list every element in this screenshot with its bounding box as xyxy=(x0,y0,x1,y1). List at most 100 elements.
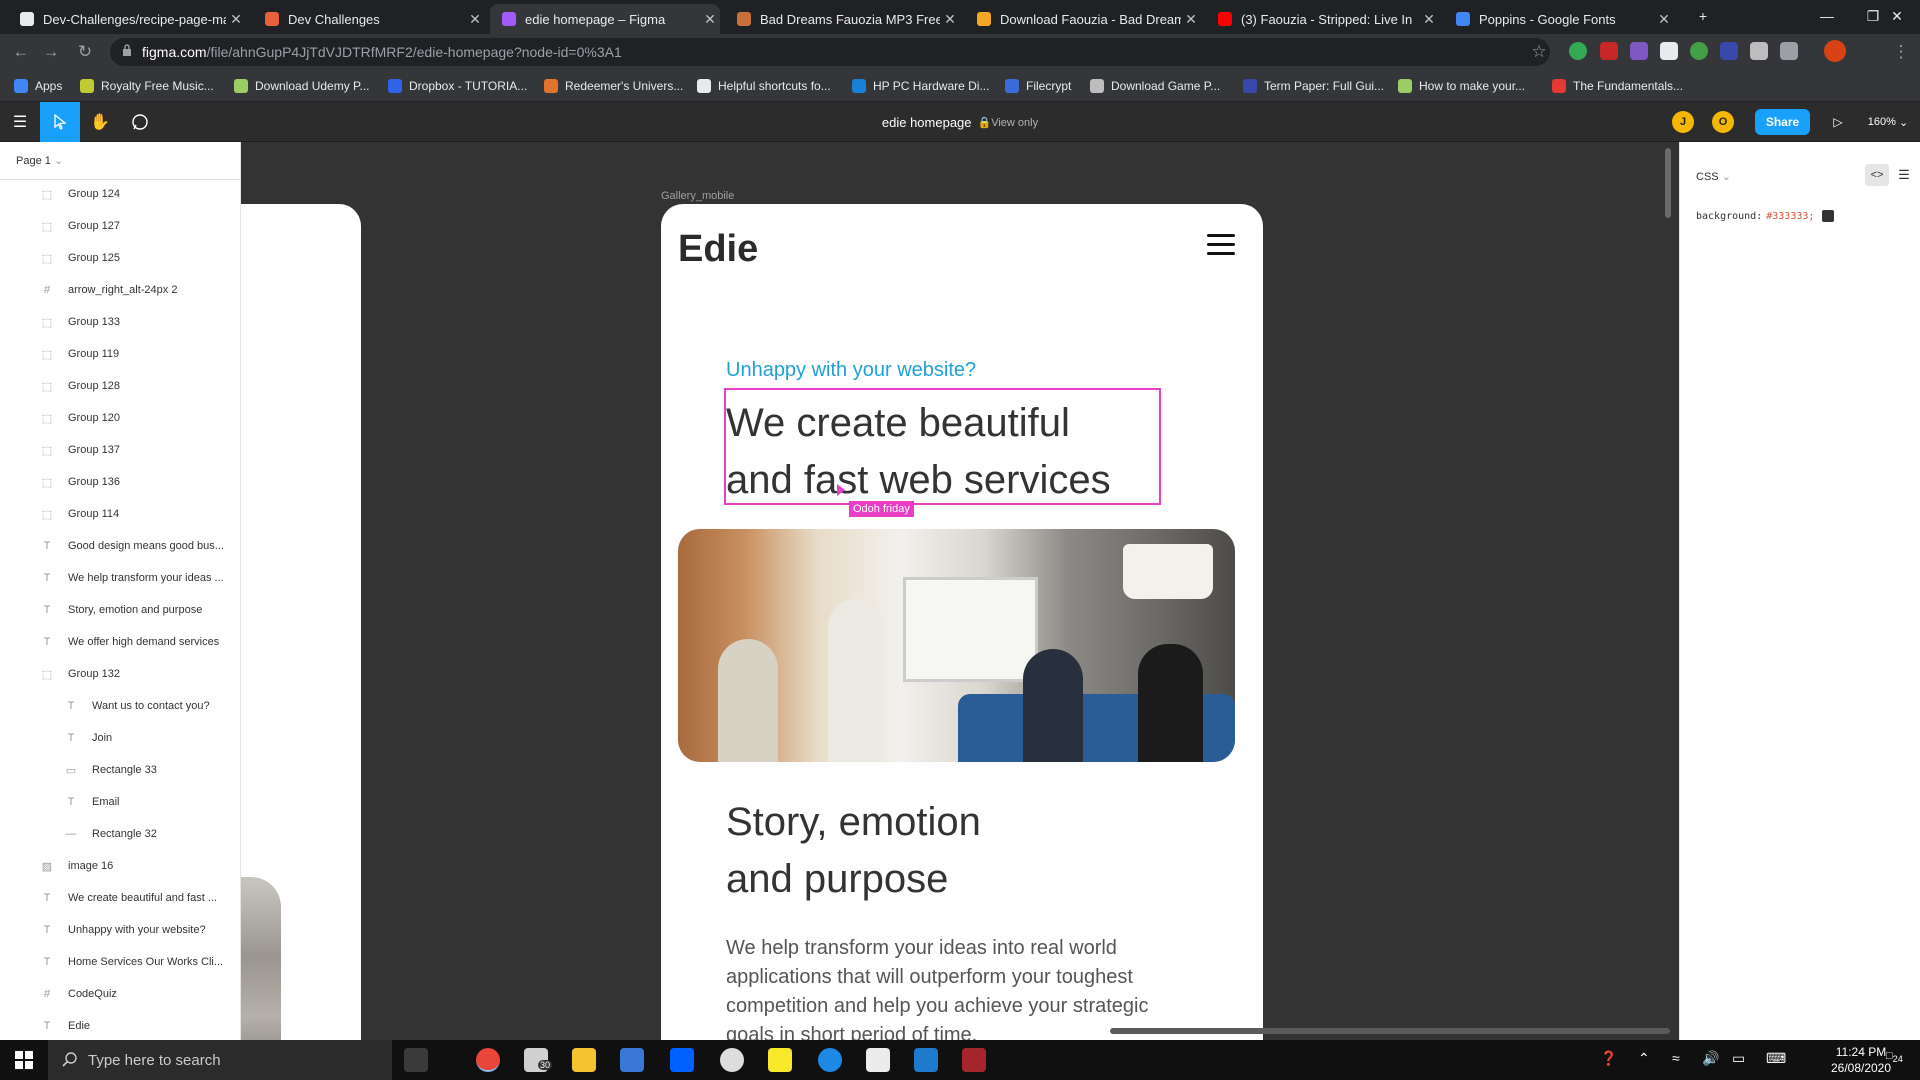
present-icon[interactable]: ▷ xyxy=(1818,102,1858,142)
taskbar-search-input[interactable]: Type here to search xyxy=(48,1040,392,1080)
reload-button[interactable]: ↻ xyxy=(72,39,98,65)
keyboard-icon[interactable]: ⌨ xyxy=(1766,1050,1786,1067)
bookmark-item[interactable]: How to make your... xyxy=(1398,77,1525,95)
bookmark-item[interactable]: Redeemer's Univers... xyxy=(544,77,683,95)
hamburger-menu-icon[interactable] xyxy=(1207,234,1235,256)
code-language-dropdown[interactable]: CSS ⌄ xyxy=(1696,170,1731,183)
collaborator-avatar[interactable]: O xyxy=(1712,111,1734,133)
move-tool-icon[interactable] xyxy=(40,102,80,142)
system-clock[interactable]: 11:24 PM 26/08/2020 xyxy=(1830,1044,1892,1076)
layer-item[interactable]: T Good design means good bus... xyxy=(0,530,240,562)
collaborator-avatar[interactable]: J xyxy=(1672,111,1694,133)
bookmark-item[interactable]: Apps xyxy=(14,77,62,95)
photos-icon[interactable] xyxy=(866,1048,890,1072)
notification-center-icon[interactable]: □24 xyxy=(1886,1050,1903,1064)
layer-item[interactable]: ⬚ Group 124 xyxy=(0,178,240,210)
close-tab-icon[interactable]: ✕ xyxy=(226,11,246,28)
close-tab-icon[interactable]: ✕ xyxy=(465,11,485,28)
extension-icon[interactable] xyxy=(1630,42,1648,60)
design-canvas[interactable]: Gallery_mobile Edie Unhappy with your we… xyxy=(241,142,1679,1040)
layer-item[interactable]: ⬚ Group 128 xyxy=(0,370,240,402)
layer-item[interactable]: ⬚ Group 125 xyxy=(0,242,240,274)
layer-item[interactable]: # arrow_right_alt-24px 2 xyxy=(0,274,240,306)
bookmark-item[interactable]: Dropbox - TUTORIA... xyxy=(388,77,527,95)
story-body-text[interactable]: We help transform your ideas into real w… xyxy=(726,934,1166,1040)
layer-item[interactable]: T Join xyxy=(0,722,240,754)
layer-item[interactable]: T We offer high demand services xyxy=(0,626,240,658)
battery-icon[interactable]: ▭ xyxy=(1732,1050,1745,1067)
extension-icon[interactable] xyxy=(1720,42,1738,60)
browser-tab[interactable]: Dev Challenges ✕ xyxy=(253,4,485,34)
vertical-scrollbar[interactable] xyxy=(1665,148,1671,218)
menu-kebab-icon[interactable]: ⋮ xyxy=(1888,39,1914,65)
bookmark-item[interactable]: The Fundamentals... xyxy=(1552,77,1683,95)
tagline-text[interactable]: Unhappy with your website? xyxy=(726,359,976,382)
story-title[interactable]: Story, emotion and purpose xyxy=(726,794,981,908)
layer-item[interactable]: T Want us to contact you? xyxy=(0,690,240,722)
bookmark-item[interactable]: Royalty Free Music... xyxy=(80,77,214,95)
zoom-dropdown[interactable]: 160% ⌄ xyxy=(1860,102,1916,142)
headline-text[interactable]: We create beautiful and fast web service… xyxy=(724,388,1161,505)
layer-item[interactable]: ▨ image 16 xyxy=(0,850,240,882)
back-button[interactable]: ← xyxy=(8,39,34,65)
browser-tab[interactable]: Bad Dreams Fauozia MP3 Free D ✕ xyxy=(725,4,960,34)
layer-item[interactable]: ⬚ Group 114 xyxy=(0,498,240,530)
forward-button[interactable]: → xyxy=(38,39,64,65)
layer-item[interactable]: T We help transform your ideas ... xyxy=(0,562,240,594)
address-bar[interactable]: figma.com/file/ahnGupP4JjTdVJDTRfMRF2/ed… xyxy=(110,38,1550,66)
bookmark-item[interactable]: Filecrypt xyxy=(1005,77,1071,95)
page-selector[interactable]: Page 1 ⌄ xyxy=(0,142,240,180)
mail-icon[interactable]: 30 xyxy=(524,1048,553,1072)
browser-tab[interactable]: Poppins - Google Fonts ✕ xyxy=(1444,4,1674,34)
bookmark-item[interactable]: Helpful shortcuts fo... xyxy=(697,77,831,95)
winrar-icon[interactable] xyxy=(962,1048,986,1072)
close-tab-icon[interactable]: ✕ xyxy=(700,11,720,28)
layer-item[interactable]: ⬚ Group 132 xyxy=(0,658,240,690)
bookmark-item[interactable]: Download Udemy P... xyxy=(234,77,370,95)
help-tray-icon[interactable]: ❓ xyxy=(1600,1050,1617,1067)
app-icon[interactable] xyxy=(720,1048,744,1072)
browser-tab[interactable]: Dev-Challenges/recipe-page-ma ✕ xyxy=(8,4,246,34)
dropbox-icon[interactable] xyxy=(670,1048,694,1072)
layer-item[interactable]: T Email xyxy=(0,786,240,818)
share-button[interactable]: Share xyxy=(1755,109,1810,135)
browser-tab[interactable]: (3) Faouzia - Stripped: Live In ✕ xyxy=(1206,4,1439,34)
bookmark-item[interactable]: HP PC Hardware Di... xyxy=(852,77,989,95)
layer-item[interactable]: ⬚ Group 127 xyxy=(0,210,240,242)
hand-tool-icon[interactable]: ✋ xyxy=(80,102,120,142)
main-menu-icon[interactable]: ☰ xyxy=(0,102,40,142)
bookmark-item[interactable]: Term Paper: Full Gui... xyxy=(1243,77,1384,95)
edie-logo[interactable]: Edie xyxy=(678,228,758,271)
close-tab-icon[interactable]: ✕ xyxy=(1654,11,1674,28)
layer-item[interactable]: ⬚ Group 119 xyxy=(0,338,240,370)
close-tab-icon[interactable]: ✕ xyxy=(1419,11,1439,28)
layer-item[interactable]: ⬚ Group 137 xyxy=(0,434,240,466)
layer-item[interactable]: — Rectangle 32 xyxy=(0,818,240,850)
browser-tab[interactable]: edie homepage – Figma ✕ xyxy=(490,4,720,34)
extension-icon[interactable] xyxy=(1660,42,1678,60)
tray-chevron-icon[interactable]: ⌃ xyxy=(1638,1050,1650,1067)
extension-icon[interactable] xyxy=(1569,42,1587,60)
comment-tool-icon[interactable] xyxy=(120,102,160,142)
extensions-puzzle-icon[interactable] xyxy=(1780,42,1798,60)
hero-image[interactable] xyxy=(678,529,1235,762)
layer-item[interactable]: T Unhappy with your website? xyxy=(0,914,240,946)
chrome-icon[interactable] xyxy=(476,1048,500,1072)
close-tab-icon[interactable]: ✕ xyxy=(940,11,960,28)
star-icon[interactable]: ☆ xyxy=(1526,39,1552,65)
frame-label[interactable]: Gallery_mobile xyxy=(661,190,734,202)
new-tab-button[interactable]: + xyxy=(1680,0,1726,32)
layer-item[interactable]: # CodeQuiz xyxy=(0,978,240,1010)
volume-icon[interactable]: 🔊 xyxy=(1702,1050,1719,1067)
file-explorer-icon[interactable] xyxy=(572,1048,596,1072)
layer-item[interactable]: T We create beautiful and fast ... xyxy=(0,882,240,914)
layer-item[interactable]: ▭ Rectangle 33 xyxy=(0,754,240,786)
layer-item[interactable]: ⬚ Group 133 xyxy=(0,306,240,338)
horizontal-scrollbar[interactable] xyxy=(1110,1028,1670,1034)
code-view-icon[interactable]: <> xyxy=(1865,164,1889,186)
wifi-icon[interactable]: ≈ xyxy=(1672,1050,1680,1066)
close-window-button[interactable]: ✕ xyxy=(1874,0,1920,32)
firefox-icon[interactable] xyxy=(818,1048,842,1072)
close-tab-icon[interactable]: ✕ xyxy=(1181,11,1201,28)
task-view-icon[interactable] xyxy=(404,1048,428,1072)
